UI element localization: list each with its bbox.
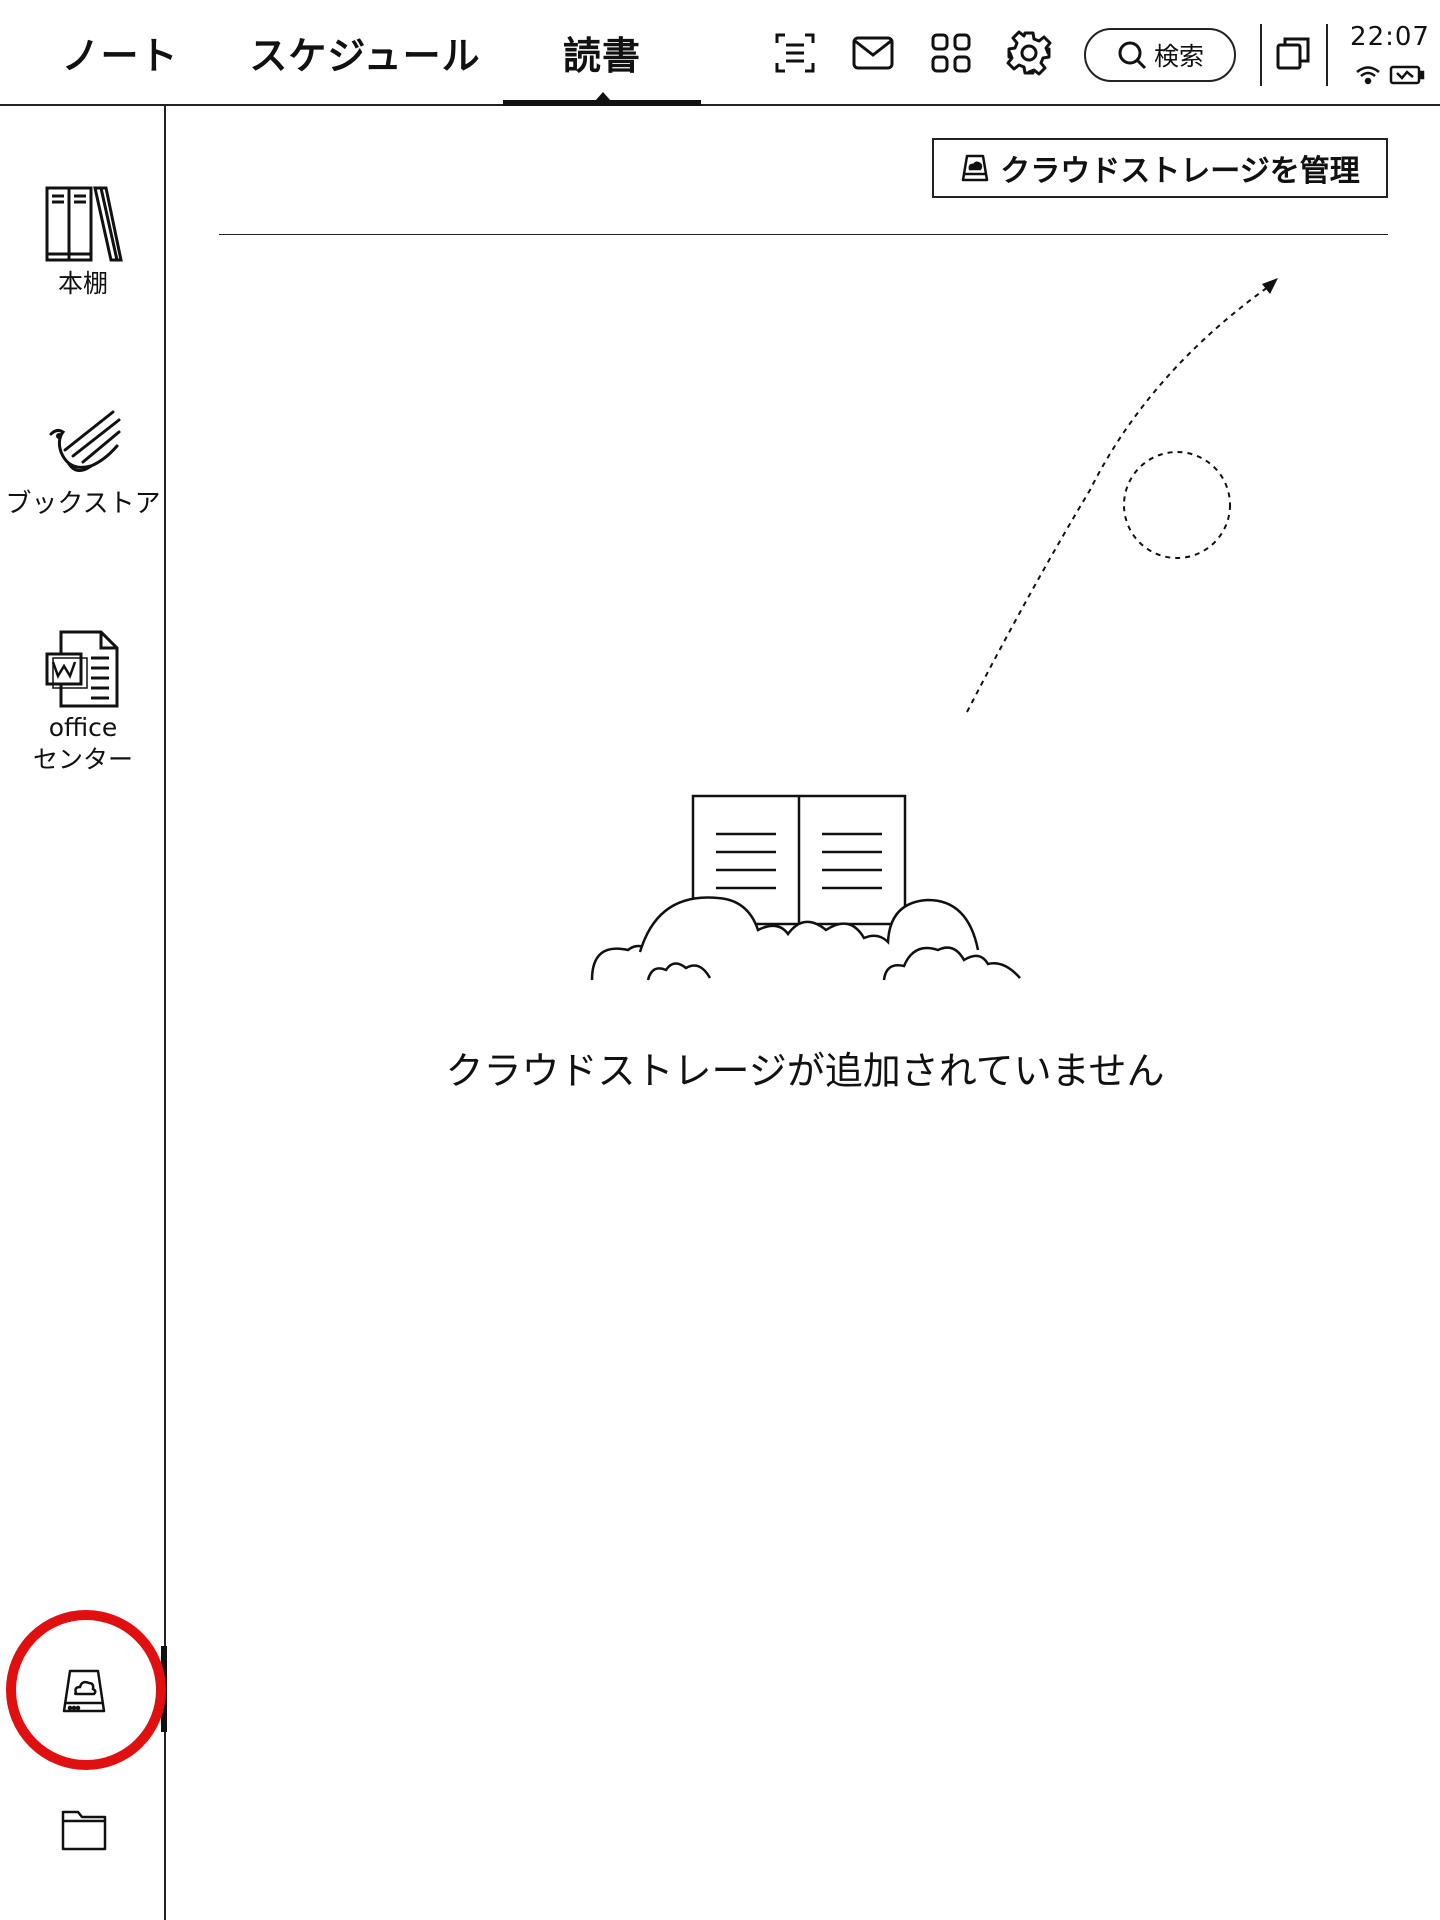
sidebar-label-bookstore: ブックストア <box>5 489 161 519</box>
manage-cloud-storage-button[interactable]: クラウドストレージを管理 <box>932 138 1388 198</box>
highlight-circle <box>6 1610 166 1770</box>
top-bar: ノート スケジュール 読書 検索 22:07 <box>0 0 1440 106</box>
apps-grid-icon[interactable] <box>926 28 976 78</box>
search-button[interactable]: 検索 <box>1084 28 1236 82</box>
toolbar-divider-2 <box>1326 24 1328 86</box>
status-time: 22:07 <box>1350 22 1430 52</box>
search-label: 検索 <box>1153 42 1204 71</box>
settings-gear-icon[interactable] <box>1004 28 1054 78</box>
office-document-icon <box>45 630 119 708</box>
cloud-drive-icon <box>962 154 989 182</box>
sidebar-label-office: office <box>48 713 118 742</box>
battery-charging-icon <box>1389 65 1425 85</box>
sidebar-folder-button[interactable] <box>52 1798 116 1862</box>
multiwindow-icon[interactable] <box>1268 28 1318 78</box>
sidebar-item-bookshelf[interactable]: 本棚 <box>0 184 166 300</box>
folder-icon <box>61 1810 107 1851</box>
sidebar-label-bookshelf: 本棚 <box>57 269 108 298</box>
active-tab-caret <box>595 92 611 101</box>
tab-note[interactable]: ノート <box>40 0 200 104</box>
content-divider <box>219 234 1388 235</box>
mail-icon[interactable] <box>848 28 898 78</box>
book-in-clouds-illustration <box>590 794 1021 981</box>
tab-schedule[interactable]: スケジュール <box>240 0 490 104</box>
scan-text-icon[interactable] <box>770 28 820 78</box>
dashed-arrow-illustration <box>966 278 1278 713</box>
sidebar-item-bookstore[interactable]: ブックストア <box>0 406 166 520</box>
empty-state-message: クラウドストレージが追加されていません <box>445 1049 1165 1093</box>
toolbar-divider <box>1260 24 1262 86</box>
sidebar-item-office-center[interactable]: office センター <box>0 628 166 776</box>
bookshelf-icon <box>45 186 123 262</box>
sidebar-label-center: センター <box>32 745 133 774</box>
bookstore-bird-icon <box>49 410 121 472</box>
status-icons <box>1350 60 1430 90</box>
tab-reading[interactable]: 読書 <box>503 0 701 104</box>
manage-cloud-storage-label: クラウドストレージを管理 <box>1000 154 1360 189</box>
search-icon <box>1118 41 1147 70</box>
wifi-icon <box>1356 66 1380 85</box>
